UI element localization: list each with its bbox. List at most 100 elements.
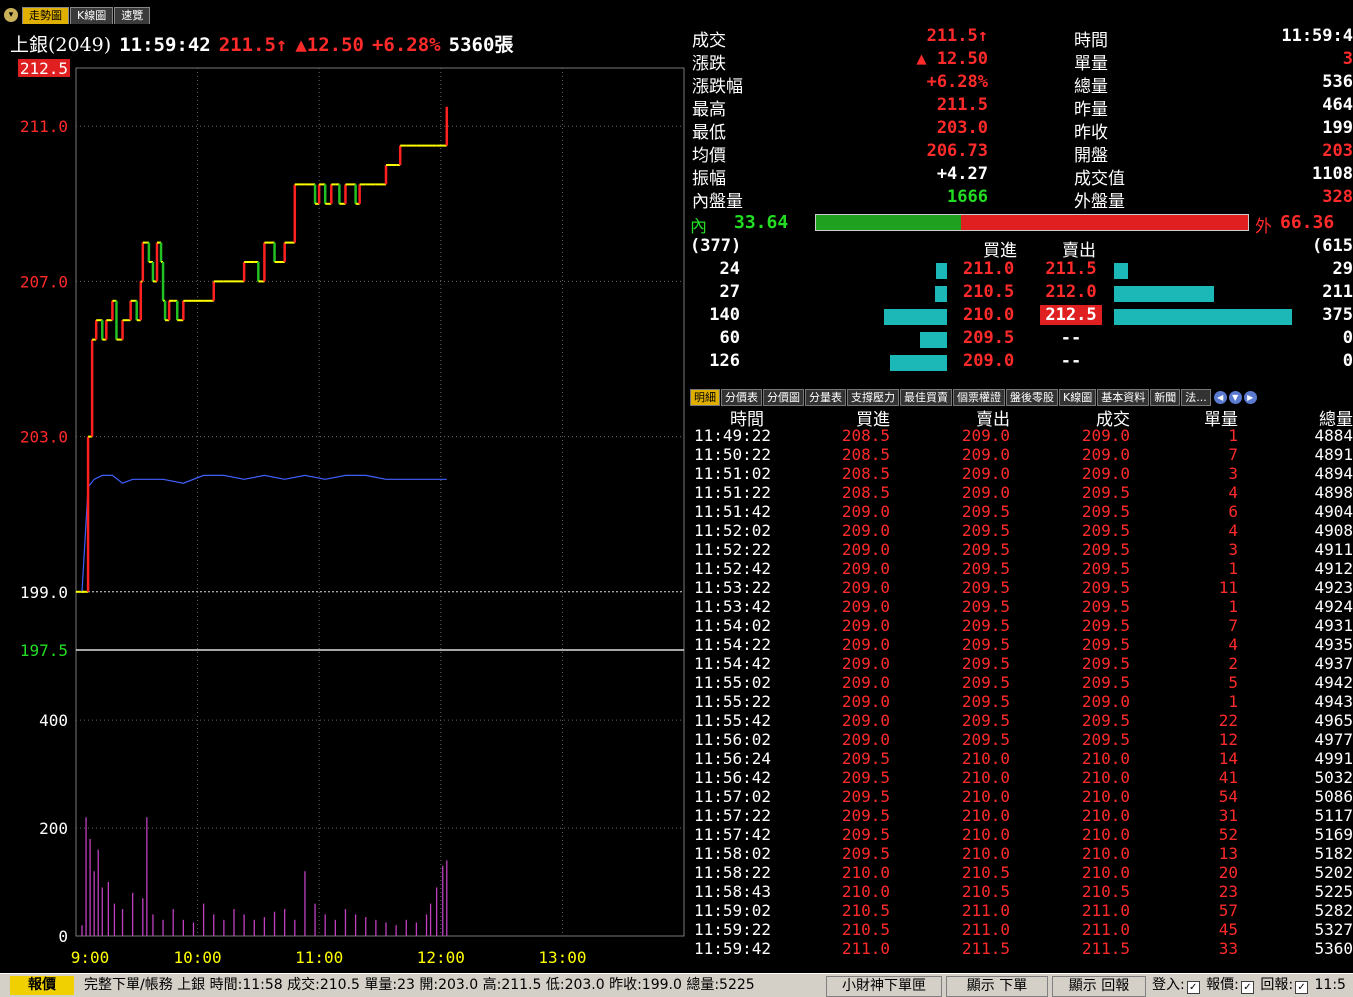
show-order-button[interactable]: 顯示 下單: [946, 976, 1048, 997]
detail-ask: 210.0: [961, 768, 1010, 787]
detail-row[interactable]: 11:51:02 208.5 209.0 209.0 3 4894: [690, 464, 1353, 483]
tab-kline-chart[interactable]: K線圖: [70, 6, 114, 24]
detail-row[interactable]: 11:55:22 209.0 209.5 209.0 1 4943: [690, 692, 1353, 711]
detail-tab[interactable]: 分量表: [805, 388, 846, 406]
detail-row[interactable]: 11:55:42 209.0 209.5 209.5 22 4965: [690, 711, 1353, 730]
detail-ask: 209.0: [961, 483, 1010, 502]
detail-qty: 4: [1228, 635, 1238, 654]
detail-row[interactable]: 11:57:42 209.5 210.0 210.0 52 5169: [690, 825, 1353, 844]
ask-depth-bar: [1114, 309, 1292, 325]
scroll-left-icon[interactable]: ◀: [1213, 390, 1227, 404]
detail-total: 4898: [1314, 483, 1353, 502]
tab-trend-chart[interactable]: 走勢圖: [22, 6, 69, 24]
detail-row[interactable]: 11:57:02 209.5 210.0 210.0 54 5086: [690, 787, 1353, 806]
detail-bid: 209.0: [841, 692, 890, 711]
detail-time: 11:53:42: [694, 597, 772, 616]
detail-ask: 211.0: [961, 920, 1010, 939]
bid-depth-bar: [883, 309, 947, 325]
detail-row[interactable]: 11:54:02 209.0 209.5 209.5 7 4931: [690, 616, 1353, 635]
ask-quantity: 375: [1322, 305, 1353, 325]
detail-ask: 211.5: [961, 939, 1010, 958]
bid-price: 209.0: [963, 351, 1015, 371]
detail-time: 11:54:22: [694, 635, 772, 654]
time-tick-label: 9:00: [71, 948, 110, 967]
detail-time: 11:55:42: [694, 711, 772, 730]
status-tab-quote[interactable]: 報價: [10, 976, 74, 995]
detail-tab[interactable]: 分價圖: [763, 388, 804, 406]
detail-tab[interactable]: K線圖: [1059, 388, 1097, 406]
detail-time: 11:56:02: [694, 730, 772, 749]
time-tick-label: 11:00: [295, 948, 343, 967]
detail-row[interactable]: 11:51:22 208.5 209.0 209.5 4 4898: [690, 483, 1353, 502]
tab-quick-view[interactable]: 速覽: [114, 6, 151, 24]
detail-row[interactable]: 11:50:22 208.5 209.0 209.0 7 4891: [690, 445, 1353, 464]
detail-row[interactable]: 11:56:42 209.5 210.0 210.0 41 5032: [690, 768, 1353, 787]
detail-tab[interactable]: 基本資料: [1097, 388, 1150, 406]
quote-checkbox[interactable]: ✓: [1240, 981, 1254, 994]
show-report-button[interactable]: 顯示 回報: [1052, 976, 1146, 997]
detail-tab[interactable]: 盤後零股: [1006, 388, 1058, 406]
report-checkbox[interactable]: ✓: [1295, 981, 1309, 994]
detail-row[interactable]: 11:58:02 209.5 210.0 210.0 13 5182: [690, 844, 1353, 863]
detail-tab[interactable]: 最佳買賣: [900, 388, 952, 406]
detail-bid: 208.5: [841, 483, 890, 502]
bid-depth-bar: [936, 263, 947, 279]
detail-ask: 209.5: [961, 616, 1010, 635]
detail-table[interactable]: 11:49:22 208.5 209.0 209.0 1 4884 11:50:22 208.…: [690, 426, 1353, 958]
order-box-button[interactable]: 小財神下單匣: [826, 976, 942, 997]
detail-trade: 210.5: [1081, 882, 1130, 901]
detail-time: 11:52:22: [694, 540, 772, 559]
login-checkbox[interactable]: ✓: [1186, 981, 1200, 994]
detail-row[interactable]: 11:53:42 209.0 209.5 209.5 1 4924: [690, 597, 1353, 616]
detail-row[interactable]: 11:49:22 208.5 209.0 209.0 1 4884: [690, 426, 1353, 445]
detail-trade: 209.0: [1081, 426, 1130, 445]
detail-bid: 209.0: [841, 673, 890, 692]
info-value: 1108: [1312, 164, 1353, 184]
detail-row[interactable]: 11:51:42 209.0 209.5 209.5 6 4904: [690, 502, 1353, 521]
detail-tab[interactable]: 明細: [690, 388, 720, 406]
detail-row[interactable]: 11:59:02 210.5 211.0 211.0 57 5282: [690, 901, 1353, 920]
menu-dropdown-icon[interactable]: ▾: [4, 8, 18, 22]
detail-row[interactable]: 11:56:02 209.0 209.5 209.5 12 4977: [690, 730, 1353, 749]
detail-tab[interactable]: 個票權證: [953, 388, 1005, 406]
intraday-chart[interactable]: 212.5 211.0 207.0 203.0 199.0 197.5 9:00 10:00 1…: [0, 56, 688, 970]
detail-row[interactable]: 11:54:42 209.0 209.5 209.5 2 4937: [690, 654, 1353, 673]
detail-row[interactable]: 11:54:22 209.0 209.5 209.5 4 4935: [690, 635, 1353, 654]
detail-bid: 209.0: [841, 730, 890, 749]
volume-tick-label: 400: [39, 711, 68, 730]
detail-trade: 210.0: [1081, 787, 1130, 806]
detail-tab[interactable]: 分價表: [721, 388, 762, 406]
detail-bid: 209.0: [841, 578, 890, 597]
detail-time: 11:58:22: [694, 863, 772, 882]
dropdown-icon[interactable]: ▼: [1228, 390, 1242, 404]
detail-total: 4924: [1314, 597, 1353, 616]
ask-price: --: [1060, 351, 1082, 371]
detail-tab[interactable]: 支撐壓力: [847, 388, 899, 406]
info-label: 最低: [692, 123, 726, 143]
detail-tab[interactable]: 法...: [1181, 388, 1211, 406]
detail-tab[interactable]: 新聞: [1150, 388, 1181, 406]
detail-row[interactable]: 11:57:22 209.5 210.0 210.0 31 5117: [690, 806, 1353, 825]
info-value: 199: [1322, 118, 1353, 138]
detail-row[interactable]: 11:52:42 209.0 209.5 209.5 1 4912: [690, 559, 1353, 578]
detail-row[interactable]: 11:59:22 210.5 211.0 211.0 45 5327: [690, 920, 1353, 939]
detail-row[interactable]: 11:58:22 210.0 210.5 210.0 20 5202: [690, 863, 1353, 882]
info-value: ▲ 12.50: [916, 49, 988, 69]
detail-row[interactable]: 11:58:43 210.0 210.5 210.5 23 5225: [690, 882, 1353, 901]
detail-total: 5182: [1314, 844, 1353, 863]
detail-row[interactable]: 11:53:22 209.0 209.5 209.5 11 4923: [690, 578, 1353, 597]
detail-total: 5360: [1314, 939, 1353, 958]
detail-row[interactable]: 11:56:24 209.5 210.0 210.0 14 4991: [690, 749, 1353, 768]
detail-qty: 45: [1218, 920, 1238, 939]
scroll-right-icon[interactable]: ▶: [1243, 390, 1257, 404]
info-value: 3: [1342, 49, 1353, 69]
detail-time: 11:51:02: [694, 464, 772, 483]
detail-row[interactable]: 11:52:22 209.0 209.5 209.5 3 4911: [690, 540, 1353, 559]
detail-table-header: 時間 買進 賣出 成交 單量 總量: [690, 405, 1353, 430]
detail-row[interactable]: 11:59:42 211.0 211.5 211.5 33 5360: [690, 939, 1353, 958]
info-label: 時間: [1074, 31, 1108, 51]
price-tick-label: 207.0: [20, 272, 68, 291]
detail-row[interactable]: 11:52:02 209.0 209.5 209.5 4 4908: [690, 521, 1353, 540]
detail-row[interactable]: 11:55:02 209.0 209.5 209.5 5 4942: [690, 673, 1353, 692]
price-tick-label: 199.0: [20, 583, 68, 602]
